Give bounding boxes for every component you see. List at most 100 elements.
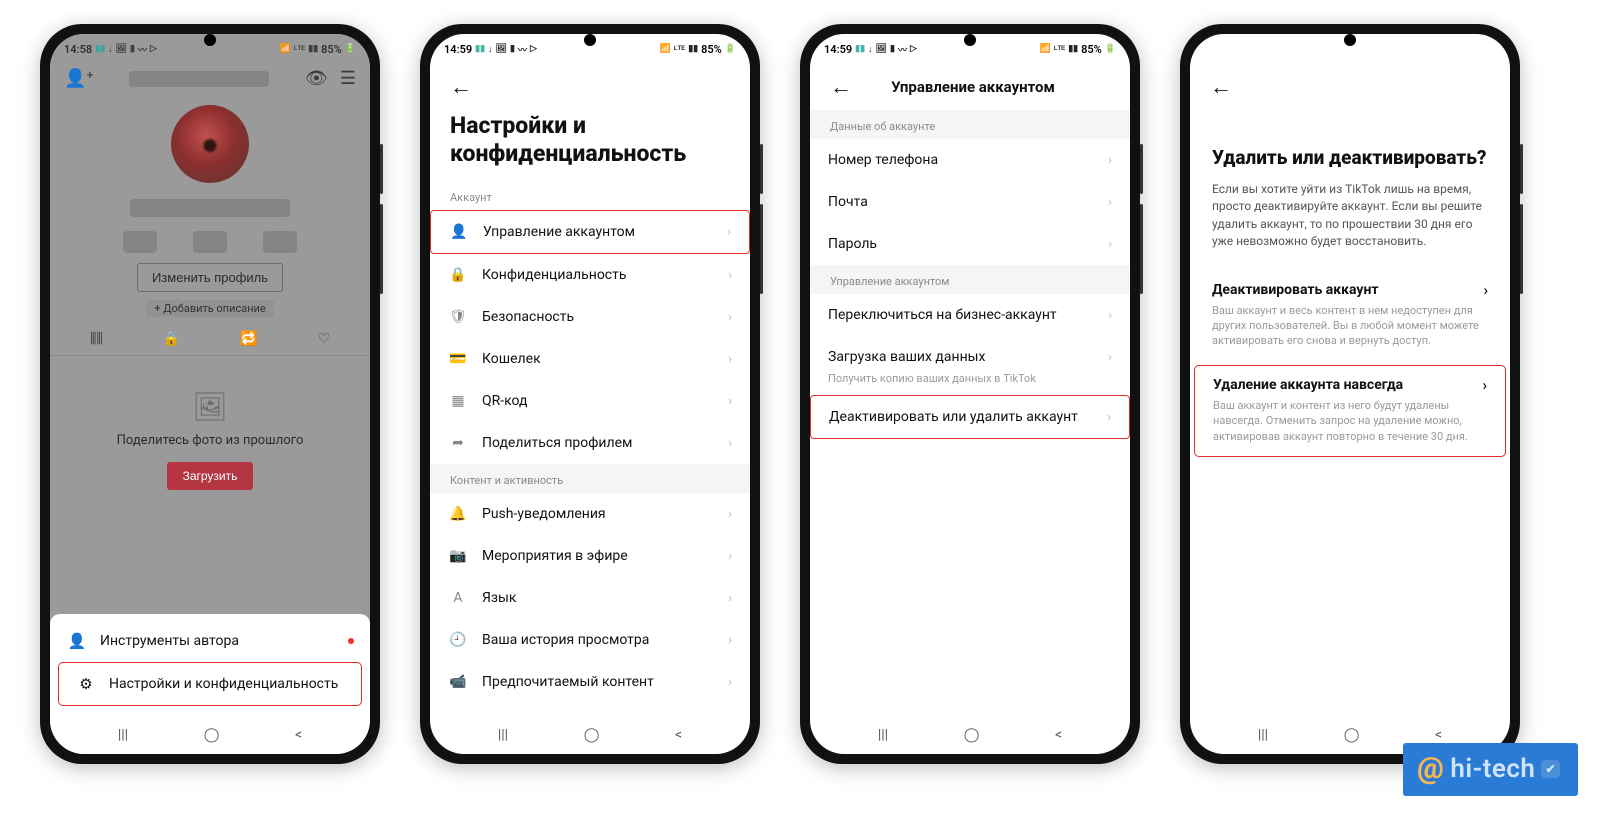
row-label: Предпочитаемый контент xyxy=(482,674,728,690)
status-time: 14:58 xyxy=(64,43,92,56)
back-button[interactable]: ← xyxy=(444,72,478,102)
list-row[interactable]: Деактивировать или удалить аккаунт› xyxy=(810,395,1130,439)
status-battery: 85% xyxy=(701,43,722,56)
list-row[interactable]: 🔔Push-уведомления› xyxy=(430,493,750,535)
row-icon: ▦ xyxy=(448,393,468,409)
chevron-right-icon: › xyxy=(1483,281,1488,299)
nav-back[interactable]: < xyxy=(675,727,682,743)
row-label: Кошелек xyxy=(482,351,728,367)
option-delete[interactable]: Удаление аккаунта навсегда › Ваш аккаунт… xyxy=(1194,365,1506,457)
nav-recents[interactable]: ||| xyxy=(1258,727,1268,743)
row-label: Переключиться на бизнес-аккаунт xyxy=(828,307,1108,323)
gear-icon: ⚙ xyxy=(75,675,97,693)
nav-back[interactable]: < xyxy=(1055,727,1062,743)
nav-home[interactable]: ◯ xyxy=(964,727,980,743)
row-label: Почта xyxy=(828,194,1108,210)
sheet-settings-privacy[interactable]: ⚙ Настройки и конфиденциальность xyxy=(58,662,362,706)
photo-placeholder-icon: 🖼 xyxy=(192,390,228,423)
nav-home[interactable]: ◯ xyxy=(1344,727,1360,743)
nav-home[interactable]: ◯ xyxy=(204,727,220,743)
list-row[interactable]: AЯзык› xyxy=(430,577,750,619)
profile-screen-dimmed: 14:58 ▮▮ ↓🖼▮〰▷ 📶ᴸᵀᴱ▮▮ 85% 🔋 👤⁺ 👁 xyxy=(50,34,370,716)
watermark-text: hi-tech xyxy=(1450,754,1535,784)
list-row[interactable]: ➦Поделиться профилем› xyxy=(430,422,750,464)
list-row[interactable]: Пароль› xyxy=(810,223,1130,265)
row-label: Ваша история просмотра xyxy=(482,632,728,648)
chevron-right-icon: › xyxy=(728,591,732,606)
row-label: Загрузка ваших данных xyxy=(828,349,1108,365)
list-row[interactable]: Номер телефона› xyxy=(810,139,1130,181)
list-row[interactable]: Переключиться на бизнес-аккаунт› xyxy=(810,294,1130,336)
status-battery: 85% xyxy=(1081,43,1102,56)
section-account-label: Аккаунт xyxy=(430,181,750,210)
nav-recents[interactable]: ||| xyxy=(878,727,888,743)
eye-icon[interactable]: 👁 xyxy=(305,68,328,89)
list-row[interactable]: 📷 Мероприятия в эфире› xyxy=(430,535,750,577)
row-label: Мероприятия в эфире xyxy=(482,548,728,564)
page-title: Настройки и конфиденциальность xyxy=(430,110,750,181)
chevron-right-icon: › xyxy=(1108,195,1112,210)
avatar[interactable]: ● xyxy=(171,105,249,183)
row-label: Номер телефона xyxy=(828,152,1108,168)
chevron-right-icon: › xyxy=(728,549,732,564)
chevron-right-icon: › xyxy=(1482,376,1487,394)
chevron-right-icon: › xyxy=(1108,237,1112,252)
list-row[interactable]: ▦QR-код› xyxy=(430,380,750,422)
row-label: Поделиться профилем xyxy=(482,435,728,451)
nav-back[interactable]: < xyxy=(295,727,302,743)
list-row[interactable]: 🕘Ваша история просмотра› xyxy=(430,619,750,661)
chevron-right-icon: › xyxy=(728,507,732,522)
section-info-label: Данные об аккаунте xyxy=(810,110,1130,139)
list-row[interactable]: 💳 Кошелек› xyxy=(430,338,750,380)
list-row[interactable]: 🛡Безопасность› xyxy=(430,296,750,338)
option-deactivate-sub: Ваш аккаунт и весь контент в нем недосту… xyxy=(1212,303,1488,349)
nav-back[interactable]: < xyxy=(1435,727,1442,743)
status-battery: 85% xyxy=(321,43,342,56)
chevron-right-icon: › xyxy=(1108,153,1112,168)
list-row[interactable]: 👤Управление аккаунтом› xyxy=(430,210,750,254)
handle-blur xyxy=(130,199,290,217)
row-label: Деактивировать или удалить аккаунт xyxy=(829,409,1107,425)
tab-like-icon[interactable]: ♡ xyxy=(317,331,330,347)
android-nav-bar: ||| ◯ < xyxy=(810,716,1130,754)
page-description: Если вы хотите уйти из TikTok лишь на вр… xyxy=(1190,181,1510,271)
nav-home[interactable]: ◯ xyxy=(584,727,600,743)
chevron-right-icon: › xyxy=(1108,350,1112,365)
tab-repost-icon[interactable]: 🔁 xyxy=(240,331,257,347)
sheet-creator-tools[interactable]: 👤 Инструменты автора xyxy=(50,620,370,662)
empty-photo-text: Поделитесь фото из прошлого xyxy=(117,433,304,448)
list-row[interactable]: 📹Предпочитаемый контент› xyxy=(430,661,750,703)
row-subtext: Получить копию ваших данных в TikTok xyxy=(810,372,1130,395)
menu-icon[interactable]: ☰ xyxy=(340,68,356,89)
row-icon: 🛡 xyxy=(448,309,468,325)
row-icon: 📷 xyxy=(448,548,468,564)
option-deactivate[interactable]: Деактивировать аккаунт › Ваш аккаунт и в… xyxy=(1190,271,1510,361)
phone-4: ← Удалить или деактивировать? Если вы хо… xyxy=(1180,24,1520,764)
chevron-right-icon: › xyxy=(728,352,732,367)
edit-profile-button[interactable]: Изменить профиль xyxy=(137,263,283,292)
row-icon: A xyxy=(448,590,468,606)
option-delete-sub: Ваш аккаунт и контент из него будут удал… xyxy=(1213,398,1487,444)
tab-lock-icon[interactable]: 🔒 xyxy=(163,331,180,347)
chevron-right-icon: › xyxy=(728,310,732,325)
row-label: Конфиденциальность xyxy=(482,267,728,283)
row-icon: 💳 xyxy=(448,351,468,367)
notification-dot xyxy=(348,638,354,644)
username-blur xyxy=(129,71,269,87)
list-row[interactable]: 🔒Конфиденциальность› xyxy=(430,254,750,296)
nav-recents[interactable]: ||| xyxy=(118,727,128,743)
tab-grid-icon[interactable]: ⫼⫼ xyxy=(90,331,103,347)
android-nav-bar: ||| ◯ < xyxy=(430,716,750,754)
nav-recents[interactable]: ||| xyxy=(498,727,508,743)
back-button[interactable]: ← xyxy=(1204,72,1238,102)
watermark: @ hi-tech ✔ xyxy=(1403,743,1578,796)
add-description-button[interactable]: + Добавить описание xyxy=(146,300,273,317)
upload-button[interactable]: Загрузить xyxy=(167,462,254,490)
row-label: QR-код xyxy=(482,393,728,409)
row-label: Пароль xyxy=(828,236,1108,252)
add-user-icon[interactable]: 👤⁺ xyxy=(64,68,94,89)
list-row[interactable]: Почта› xyxy=(810,181,1130,223)
bottom-sheet: 👤 Инструменты автора ⚙ Настройки и конфи… xyxy=(50,614,370,716)
row-icon: 👤 xyxy=(449,224,469,240)
chevron-right-icon: › xyxy=(728,268,732,283)
